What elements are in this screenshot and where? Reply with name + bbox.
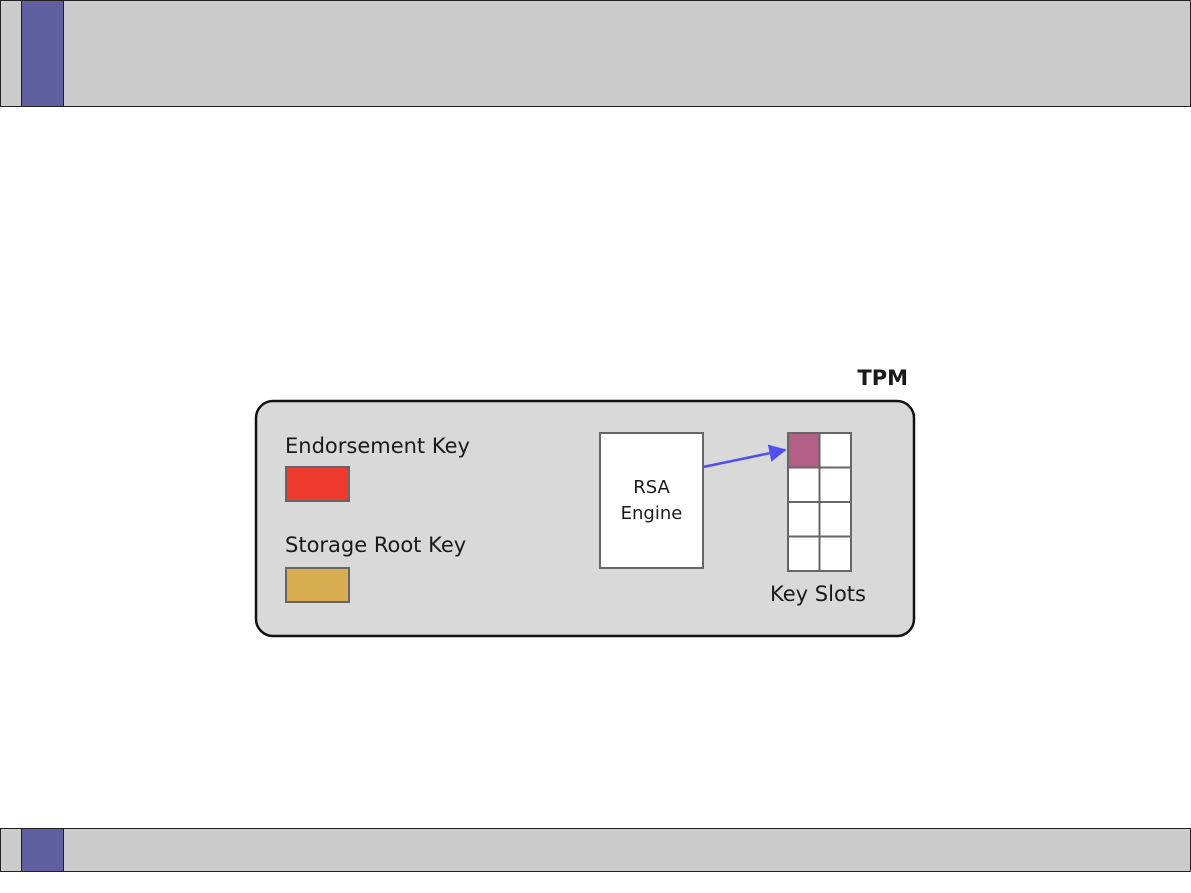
storage-root-key-swatch [285,567,350,603]
endorsement-key-swatch [285,466,350,502]
key-slot-empty [818,501,852,538]
storage-root-key-label: Storage Root Key [285,533,466,557]
key-slot-grid [787,432,852,572]
rsa-engine-line1: RSA [633,477,670,498]
endorsement-key-label: Endorsement Key [285,434,470,458]
rsa-engine-line2: Engine [621,503,683,524]
key-slot-empty [787,466,821,503]
tpm-label: TPM [857,366,908,390]
key-slot-empty [818,466,852,503]
key-slot-empty [818,535,852,572]
key-slot-empty [818,432,852,469]
key-slot-empty [787,501,821,538]
key-slot-occupied [787,432,821,469]
tpm-diagram: TPM Endorsement Key Storage Root Key RSA… [254,366,916,638]
key-slot-empty [787,535,821,572]
rsa-engine-box [599,432,704,569]
key-slots-label: Key Slots [770,582,866,606]
